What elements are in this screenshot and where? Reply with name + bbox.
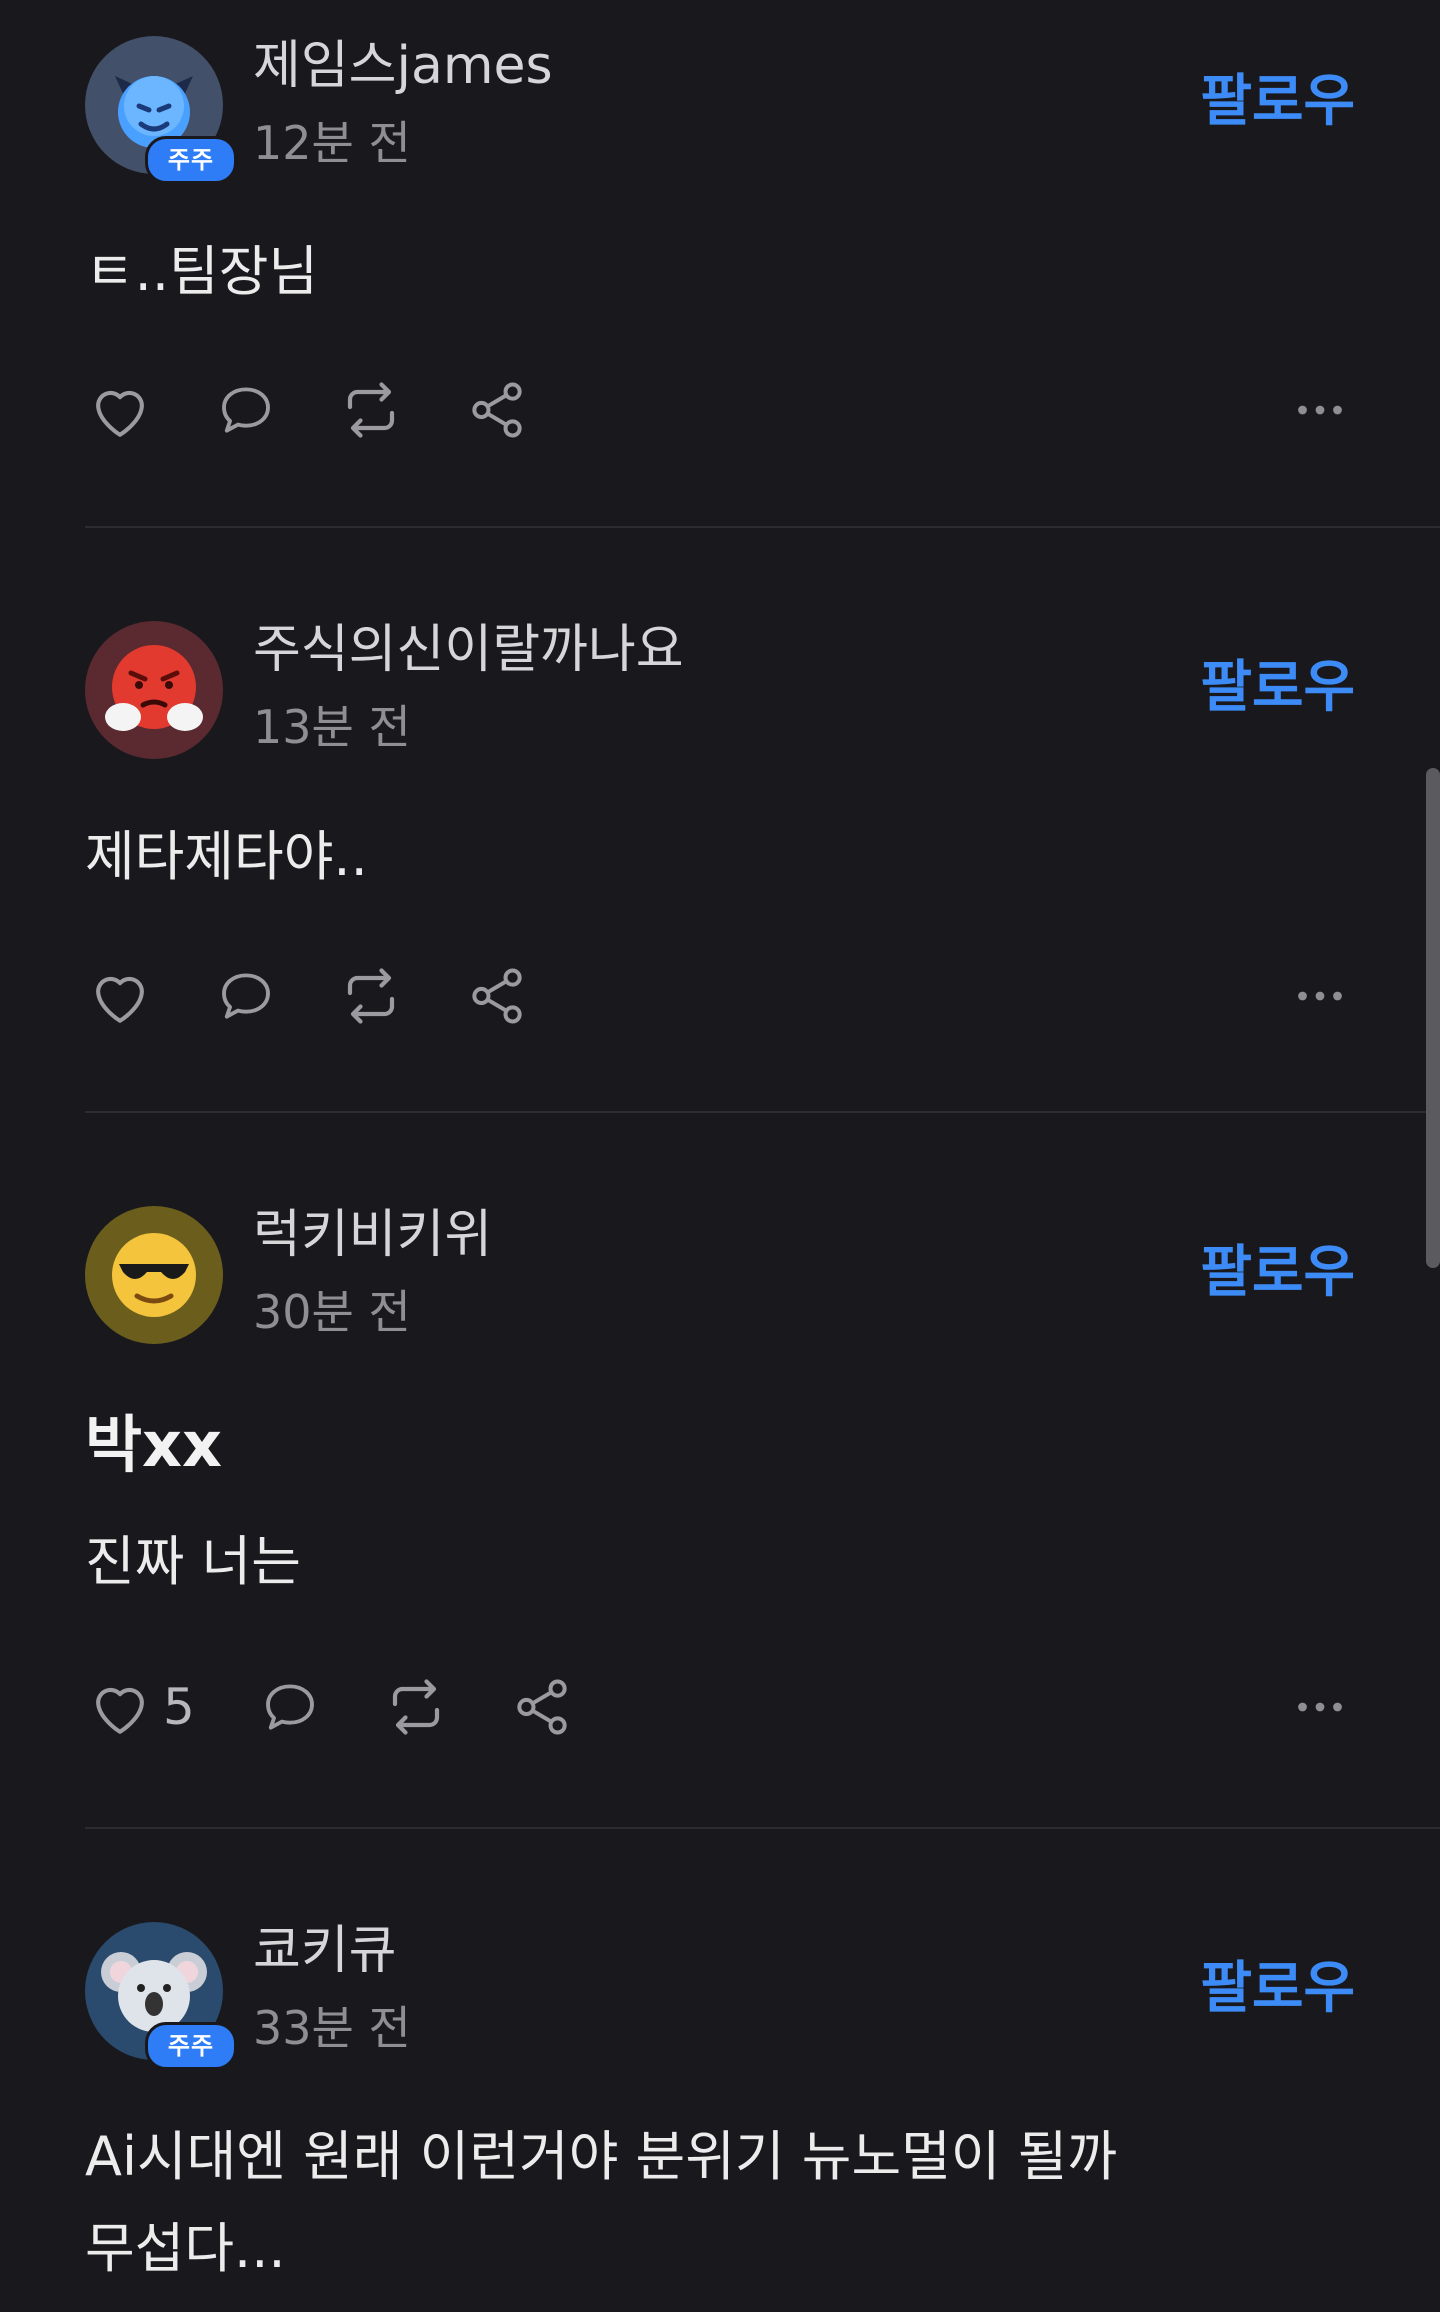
repost-icon <box>347 382 395 438</box>
action-bar <box>85 961 1355 1031</box>
repost-icon <box>392 1679 440 1735</box>
heart-icon <box>96 976 144 1023</box>
like-button[interactable]: 5 <box>85 1672 195 1742</box>
comment-text: 제타제타야.. <box>85 825 368 888</box>
more-horizontal-icon <box>1298 991 1342 1001</box>
timestamp: 12분 전 <box>253 116 411 170</box>
divider <box>85 1827 1440 1829</box>
scrollbar[interactable] <box>1426 768 1440 1268</box>
avatar[interactable]: 주주 <box>85 1922 237 2070</box>
repost-button[interactable] <box>335 961 407 1031</box>
divider <box>85 1111 1440 1113</box>
reply-button[interactable] <box>213 961 279 1031</box>
username[interactable]: 주식의신이랄까나요 <box>253 620 684 680</box>
comment-feed: 주주 제임스james 12분 전 팔로우 ㅌ..팀장님 주식의신이랄까나요 1… <box>0 0 1440 2312</box>
follow-button[interactable]: 팔로우 <box>1200 70 1355 134</box>
follow-button[interactable]: 팔로우 <box>1200 1241 1355 1305</box>
comment-text: Ai시대엔 원래 이런거야 분위기 뉴노멀이 될까 <box>85 2125 1118 2188</box>
avatar[interactable] <box>85 621 223 759</box>
like-button[interactable] <box>85 961 155 1031</box>
timestamp: 33분 전 <box>253 2001 411 2055</box>
username[interactable]: 럭키비키위 <box>253 1205 492 1265</box>
action-bar <box>85 375 1355 445</box>
heart-icon <box>96 1687 144 1734</box>
comment-text: ㅌ..팀장님 <box>85 240 319 303</box>
repost-button[interactable] <box>380 1672 452 1742</box>
repost-icon <box>347 968 395 1024</box>
comment-text: 무섭다... <box>85 2217 286 2280</box>
comment-title: 박xx <box>85 1408 223 1481</box>
follow-button[interactable]: 팔로우 <box>1200 1957 1355 2021</box>
heart-icon <box>96 390 144 437</box>
share-icon <box>517 1679 567 1735</box>
more-options-button[interactable] <box>1285 961 1355 1031</box>
share-button[interactable] <box>463 375 531 445</box>
more-options-button[interactable] <box>1285 1672 1355 1742</box>
share-button[interactable] <box>508 1672 576 1742</box>
shareholder-badge: 주주 <box>145 136 237 184</box>
comment-text: 진짜 너는 <box>85 1530 301 1593</box>
shareholder-badge: 주주 <box>145 2022 237 2070</box>
more-options-button[interactable] <box>1285 375 1355 445</box>
repost-button[interactable] <box>335 375 407 445</box>
sunglasses-face-emoji-icon <box>85 1206 223 1344</box>
follow-button[interactable]: 팔로우 <box>1200 656 1355 720</box>
avatar[interactable]: 주주 <box>85 36 237 184</box>
timestamp: 30분 전 <box>253 1285 411 1339</box>
more-horizontal-icon <box>1298 1702 1342 1712</box>
username[interactable]: 쿄키큐 <box>253 1921 397 1981</box>
share-icon <box>472 382 522 438</box>
reply-button[interactable] <box>257 1672 323 1742</box>
share-icon <box>472 968 522 1024</box>
share-button[interactable] <box>463 961 531 1031</box>
divider <box>85 526 1440 528</box>
timestamp: 13분 전 <box>253 700 411 754</box>
angry-face-steam-emoji-icon <box>85 621 223 759</box>
comment-bubble-icon <box>222 973 270 1019</box>
like-button[interactable] <box>85 375 155 445</box>
action-bar: 5 <box>85 1672 1355 1742</box>
avatar[interactable] <box>85 1206 223 1344</box>
comment-bubble-icon <box>222 387 270 433</box>
more-horizontal-icon <box>1298 405 1342 415</box>
username[interactable]: 제임스james <box>253 36 553 96</box>
reply-button[interactable] <box>213 375 279 445</box>
like-count: 5 <box>163 1678 195 1736</box>
comment-bubble-icon <box>266 1684 314 1730</box>
